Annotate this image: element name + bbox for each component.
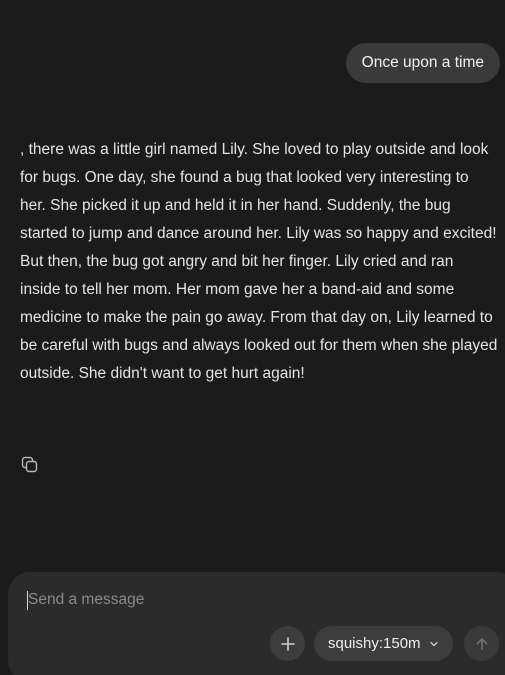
- text-caret: [27, 591, 28, 610]
- chat-app: Once upon a time , there was a little gi…: [0, 0, 505, 675]
- model-selector-label: squishy:150m: [328, 635, 421, 652]
- chevron-down-icon: [429, 641, 438, 646]
- copy-button[interactable]: [20, 455, 40, 475]
- send-button[interactable]: [464, 626, 499, 661]
- copy-icon: [21, 456, 38, 473]
- arrow-up-icon: [476, 637, 487, 650]
- model-selector[interactable]: squishy:150m: [314, 626, 453, 661]
- message-input[interactable]: [28, 588, 468, 612]
- add-attachment-button[interactable]: [270, 626, 305, 661]
- user-message-bubble: Once upon a time: [345, 43, 500, 83]
- plus-icon: [280, 636, 295, 651]
- user-message-text: Once upon a time: [361, 54, 484, 71]
- message-composer: squishy:150m: [8, 572, 505, 675]
- assistant-message-text: , there was a little girl named Lily. Sh…: [20, 141, 498, 382]
